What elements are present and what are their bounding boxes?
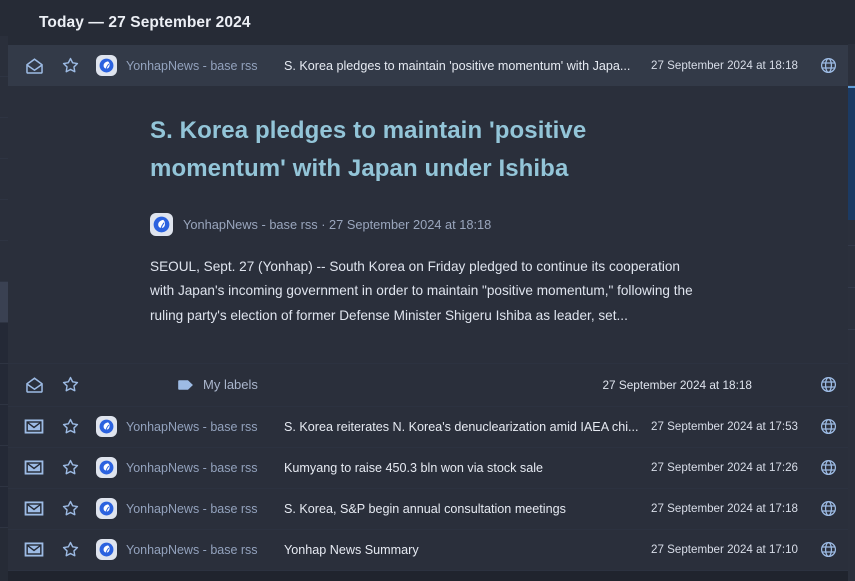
yonhapnews-favicon <box>96 498 117 520</box>
tag-icon[interactable] <box>178 379 195 391</box>
subject-text: Yonhap News Summary <box>284 542 419 557</box>
star-cell[interactable] <box>52 376 88 393</box>
sender-name: YonhapNews - base rss <box>126 460 258 475</box>
message-rows-container: YonhapNews - base rss S. Korea reiterate… <box>8 406 848 571</box>
sender-name: YonhapNews - base rss <box>126 58 258 73</box>
read-status-cell[interactable] <box>16 460 52 475</box>
read-status-cell[interactable] <box>16 501 52 516</box>
read-status-cell[interactable] <box>16 419 52 434</box>
read-status-cell[interactable] <box>16 376 52 393</box>
envelope-closed-icon[interactable] <box>24 542 44 557</box>
read-status-cell[interactable] <box>16 542 52 557</box>
envelope-open-icon[interactable] <box>25 376 44 393</box>
source-cell[interactable] <box>808 541 848 558</box>
message-row-selected[interactable]: YonhapNews - base rss S. Korea pledges t… <box>8 45 848 86</box>
sender-name: YonhapNews - base rss <box>126 542 258 557</box>
star-cell[interactable] <box>52 500 88 517</box>
star-cell[interactable] <box>52 418 88 435</box>
source-cell[interactable] <box>808 418 848 435</box>
message-row[interactable]: YonhapNews - base rss S. Korea, S&P begi… <box>8 488 848 530</box>
star-icon[interactable] <box>62 418 79 435</box>
source-cell[interactable] <box>808 459 848 476</box>
sender-cell: YonhapNews - base rss <box>88 498 280 520</box>
source-cell[interactable] <box>808 57 848 74</box>
star-icon[interactable] <box>62 376 79 393</box>
subject-text: S. Korea, S&P begin annual consultation … <box>284 501 566 516</box>
star-icon[interactable] <box>62 500 79 517</box>
envelope-closed-icon[interactable] <box>24 419 44 434</box>
message-date: 27 September 2024 at 17:18 <box>651 502 798 516</box>
message-row[interactable]: YonhapNews - base rss S. Korea reiterate… <box>8 406 848 448</box>
globe-icon[interactable] <box>820 418 837 435</box>
labels-text: My labels <box>203 377 258 393</box>
preview-title: S. Korea pledges to maintain 'positive m… <box>150 117 587 182</box>
date-group-header-label: Today — 27 September 2024 <box>39 13 251 31</box>
globe-icon[interactable] <box>820 57 837 74</box>
message-row[interactable]: YonhapNews - base rss Kumyang to raise 4… <box>8 447 848 489</box>
date-group-header: Today — 27 September 2024 <box>8 0 848 45</box>
star-icon[interactable] <box>62 57 79 74</box>
message-list-window: Today — 27 September 2024 YonhapNews - b… <box>8 0 848 581</box>
source-cell[interactable] <box>808 500 848 517</box>
preview-meta: YonhapNews - base rss · 27 September 202… <box>150 212 808 236</box>
star-cell[interactable] <box>52 459 88 476</box>
message-row[interactable]: YonhapNews - base rss Yonhap News Summar… <box>8 529 848 571</box>
envelope-open-icon[interactable] <box>25 57 44 74</box>
envelope-closed-icon[interactable] <box>24 501 44 516</box>
envelope-closed-icon[interactable] <box>24 460 44 475</box>
sender-name: YonhapNews - base rss <box>126 501 258 516</box>
globe-icon[interactable] <box>820 541 837 558</box>
message-date: 27 September 2024 at 17:26 <box>651 461 798 475</box>
message-labels-row[interactable]: My labels 27 September 2024 at 18:18 <box>8 362 848 407</box>
star-cell[interactable] <box>52 57 88 74</box>
star-cell[interactable] <box>52 541 88 558</box>
read-status-cell[interactable] <box>16 57 52 74</box>
yonhapnews-favicon <box>96 457 117 479</box>
yonhapnews-favicon <box>96 55 117 76</box>
sender-cell: YonhapNews - base rss <box>88 539 280 561</box>
yonhapnews-favicon <box>96 539 117 561</box>
subject-text: S. Korea reiterates N. Korea's denuclear… <box>284 419 639 434</box>
globe-icon[interactable] <box>820 500 837 517</box>
preview-body: SEOUL, Sept. 27 (Yonhap) -- South Korea … <box>150 258 693 323</box>
subject-text: S. Korea pledges to maintain 'positive m… <box>284 58 631 73</box>
preview-meta-text: YonhapNews - base rss · 27 September 202… <box>183 216 492 232</box>
message-preview: S. Korea pledges to maintain 'positive m… <box>8 86 848 363</box>
globe-icon[interactable] <box>820 459 837 476</box>
subject-text: Kumyang to raise 450.3 bln won via stock… <box>284 460 544 475</box>
labels-cell[interactable]: My labels <box>88 377 418 392</box>
sender-cell: YonhapNews - base rss <box>88 416 280 438</box>
message-date: 27 September 2024 at 18:18 <box>651 59 798 72</box>
sender-name: YonhapNews - base rss <box>126 419 258 434</box>
message-date: 27 September 2024 at 17:10 <box>651 543 798 557</box>
sender-cell: YonhapNews - base rss <box>88 457 280 479</box>
yonhapnews-favicon <box>96 416 117 438</box>
message-date: 27 September 2024 at 17:53 <box>651 420 798 434</box>
sender-cell: YonhapNews - base rss <box>88 55 280 76</box>
star-icon[interactable] <box>62 459 79 476</box>
globe-icon[interactable] <box>820 376 837 393</box>
labels-date: 27 September 2024 at 18:18 <box>602 377 752 392</box>
yonhapnews-favicon <box>150 212 173 236</box>
source-cell[interactable] <box>808 376 848 393</box>
star-icon[interactable] <box>62 541 79 558</box>
